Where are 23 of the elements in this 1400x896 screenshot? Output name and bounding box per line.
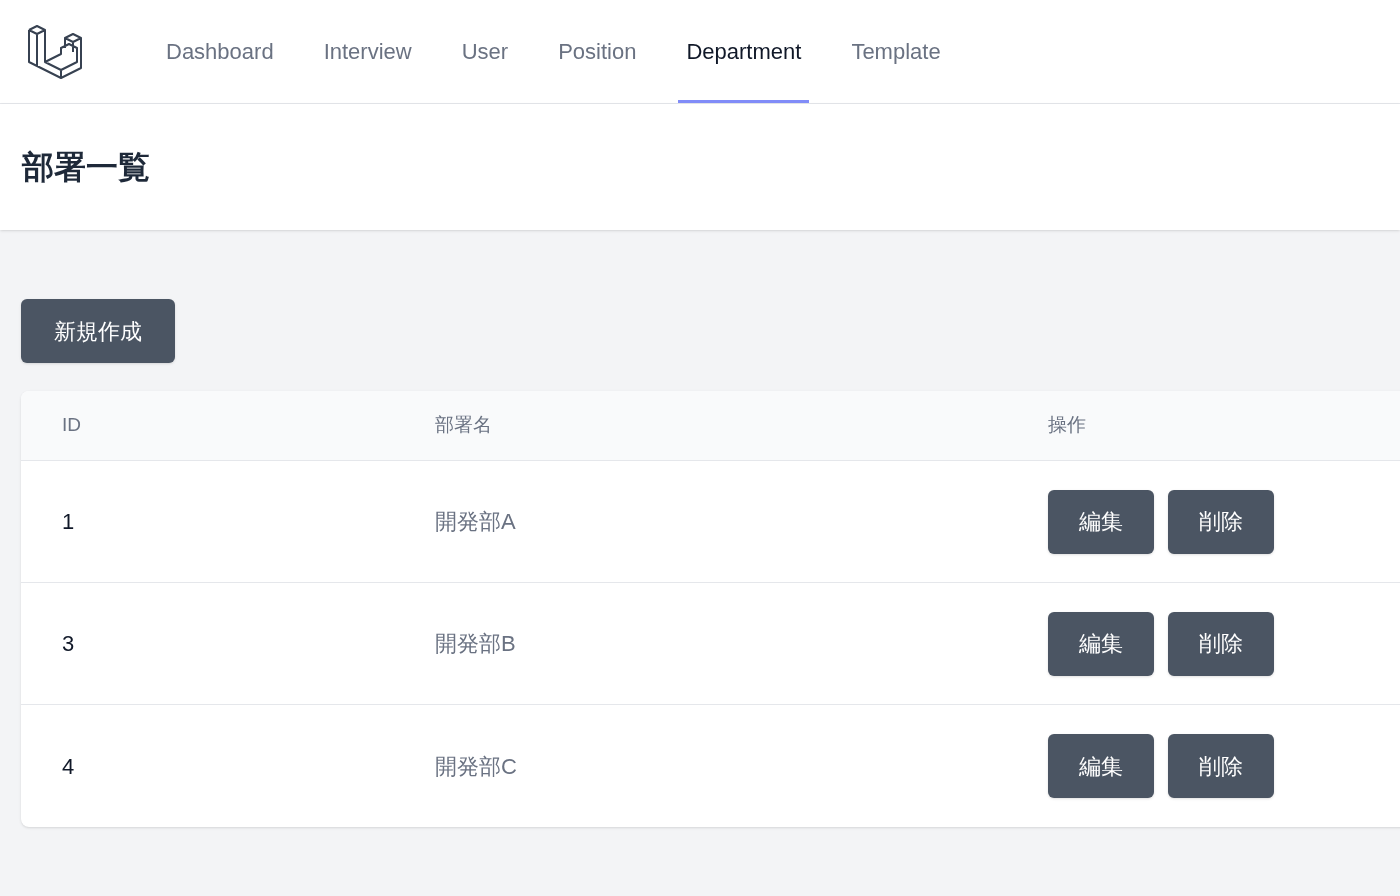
column-header: ID: [62, 414, 81, 436]
page-title: 部署一覧: [22, 148, 150, 187]
department-name-cell: 開発部B: [435, 631, 516, 656]
nav-tab[interactable]: Template: [843, 0, 949, 103]
edit-button[interactable]: 編集: [1048, 734, 1154, 798]
nav-tab[interactable]: Interview: [315, 0, 420, 103]
nav-tab[interactable]: Position: [550, 0, 645, 103]
delete-button[interactable]: 削除: [1168, 611, 1274, 676]
edit-button[interactable]: 編集: [1048, 489, 1154, 554]
column-header: 部署名: [435, 414, 492, 436]
create-button[interactable]: 新規作成: [21, 299, 175, 363]
id-cell: 4: [62, 753, 75, 779]
delete-button[interactable]: 削除: [1168, 489, 1274, 554]
edit-button[interactable]: 編集: [1048, 611, 1154, 676]
nav-tab[interactable]: Dashboard: [158, 0, 282, 103]
nav-tab[interactable]: User: [453, 0, 517, 103]
department-name-cell: 開発部A: [435, 509, 516, 534]
delete-button[interactable]: 削除: [1168, 734, 1274, 798]
cubes-logo-icon[interactable]: [27, 23, 83, 80]
department-name-cell: 開発部C: [435, 753, 517, 779]
id-cell: 3: [62, 631, 75, 656]
id-cell: 1: [62, 509, 75, 534]
column-header: 操作: [1048, 414, 1086, 436]
